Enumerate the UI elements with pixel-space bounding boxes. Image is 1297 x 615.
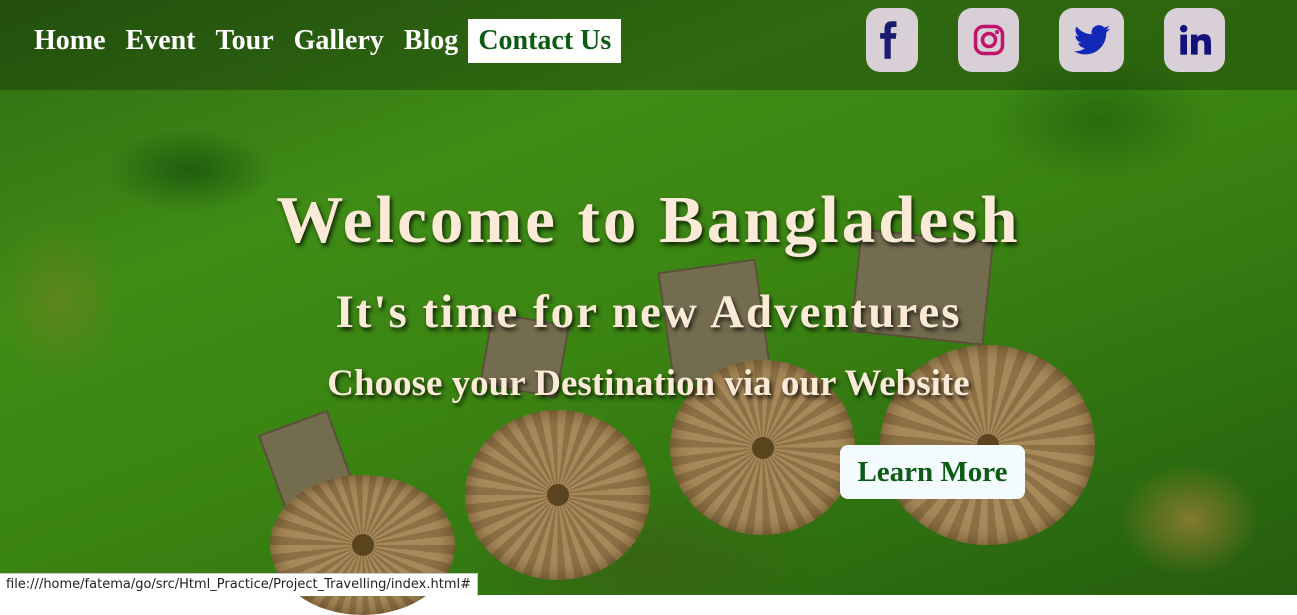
hero-tagline: Choose your Destination via our Website [327, 363, 970, 404]
nav-home[interactable]: Home [24, 19, 116, 63]
nav-gallery[interactable]: Gallery [284, 19, 394, 63]
nav-contact-us[interactable]: Contact Us [468, 19, 622, 63]
nav-event[interactable]: Event [116, 19, 206, 63]
nav-tour[interactable]: Tour [206, 19, 284, 63]
learn-more-button[interactable]: Learn More [840, 445, 1025, 499]
main-nav: Home Event Tour Gallery Blog Contact Us [24, 19, 622, 63]
twitter-link[interactable] [1059, 8, 1124, 72]
linkedin-icon [1179, 24, 1211, 55]
facebook-link[interactable] [866, 8, 918, 72]
linkedin-link[interactable] [1164, 8, 1225, 72]
nav-blog[interactable]: Blog [394, 19, 468, 63]
twitter-icon [1073, 25, 1110, 55]
status-bar-url: file:///home/fatema/go/src/Html_Practice… [0, 573, 479, 596]
hero-subtitle: It's time for new Adventures [335, 286, 962, 338]
instagram-icon [973, 24, 1004, 56]
thatched-hut [465, 410, 650, 580]
facebook-icon [880, 21, 897, 59]
instagram-link[interactable] [958, 8, 1019, 72]
hero-title: Welcome to Bangladesh [276, 183, 1021, 257]
